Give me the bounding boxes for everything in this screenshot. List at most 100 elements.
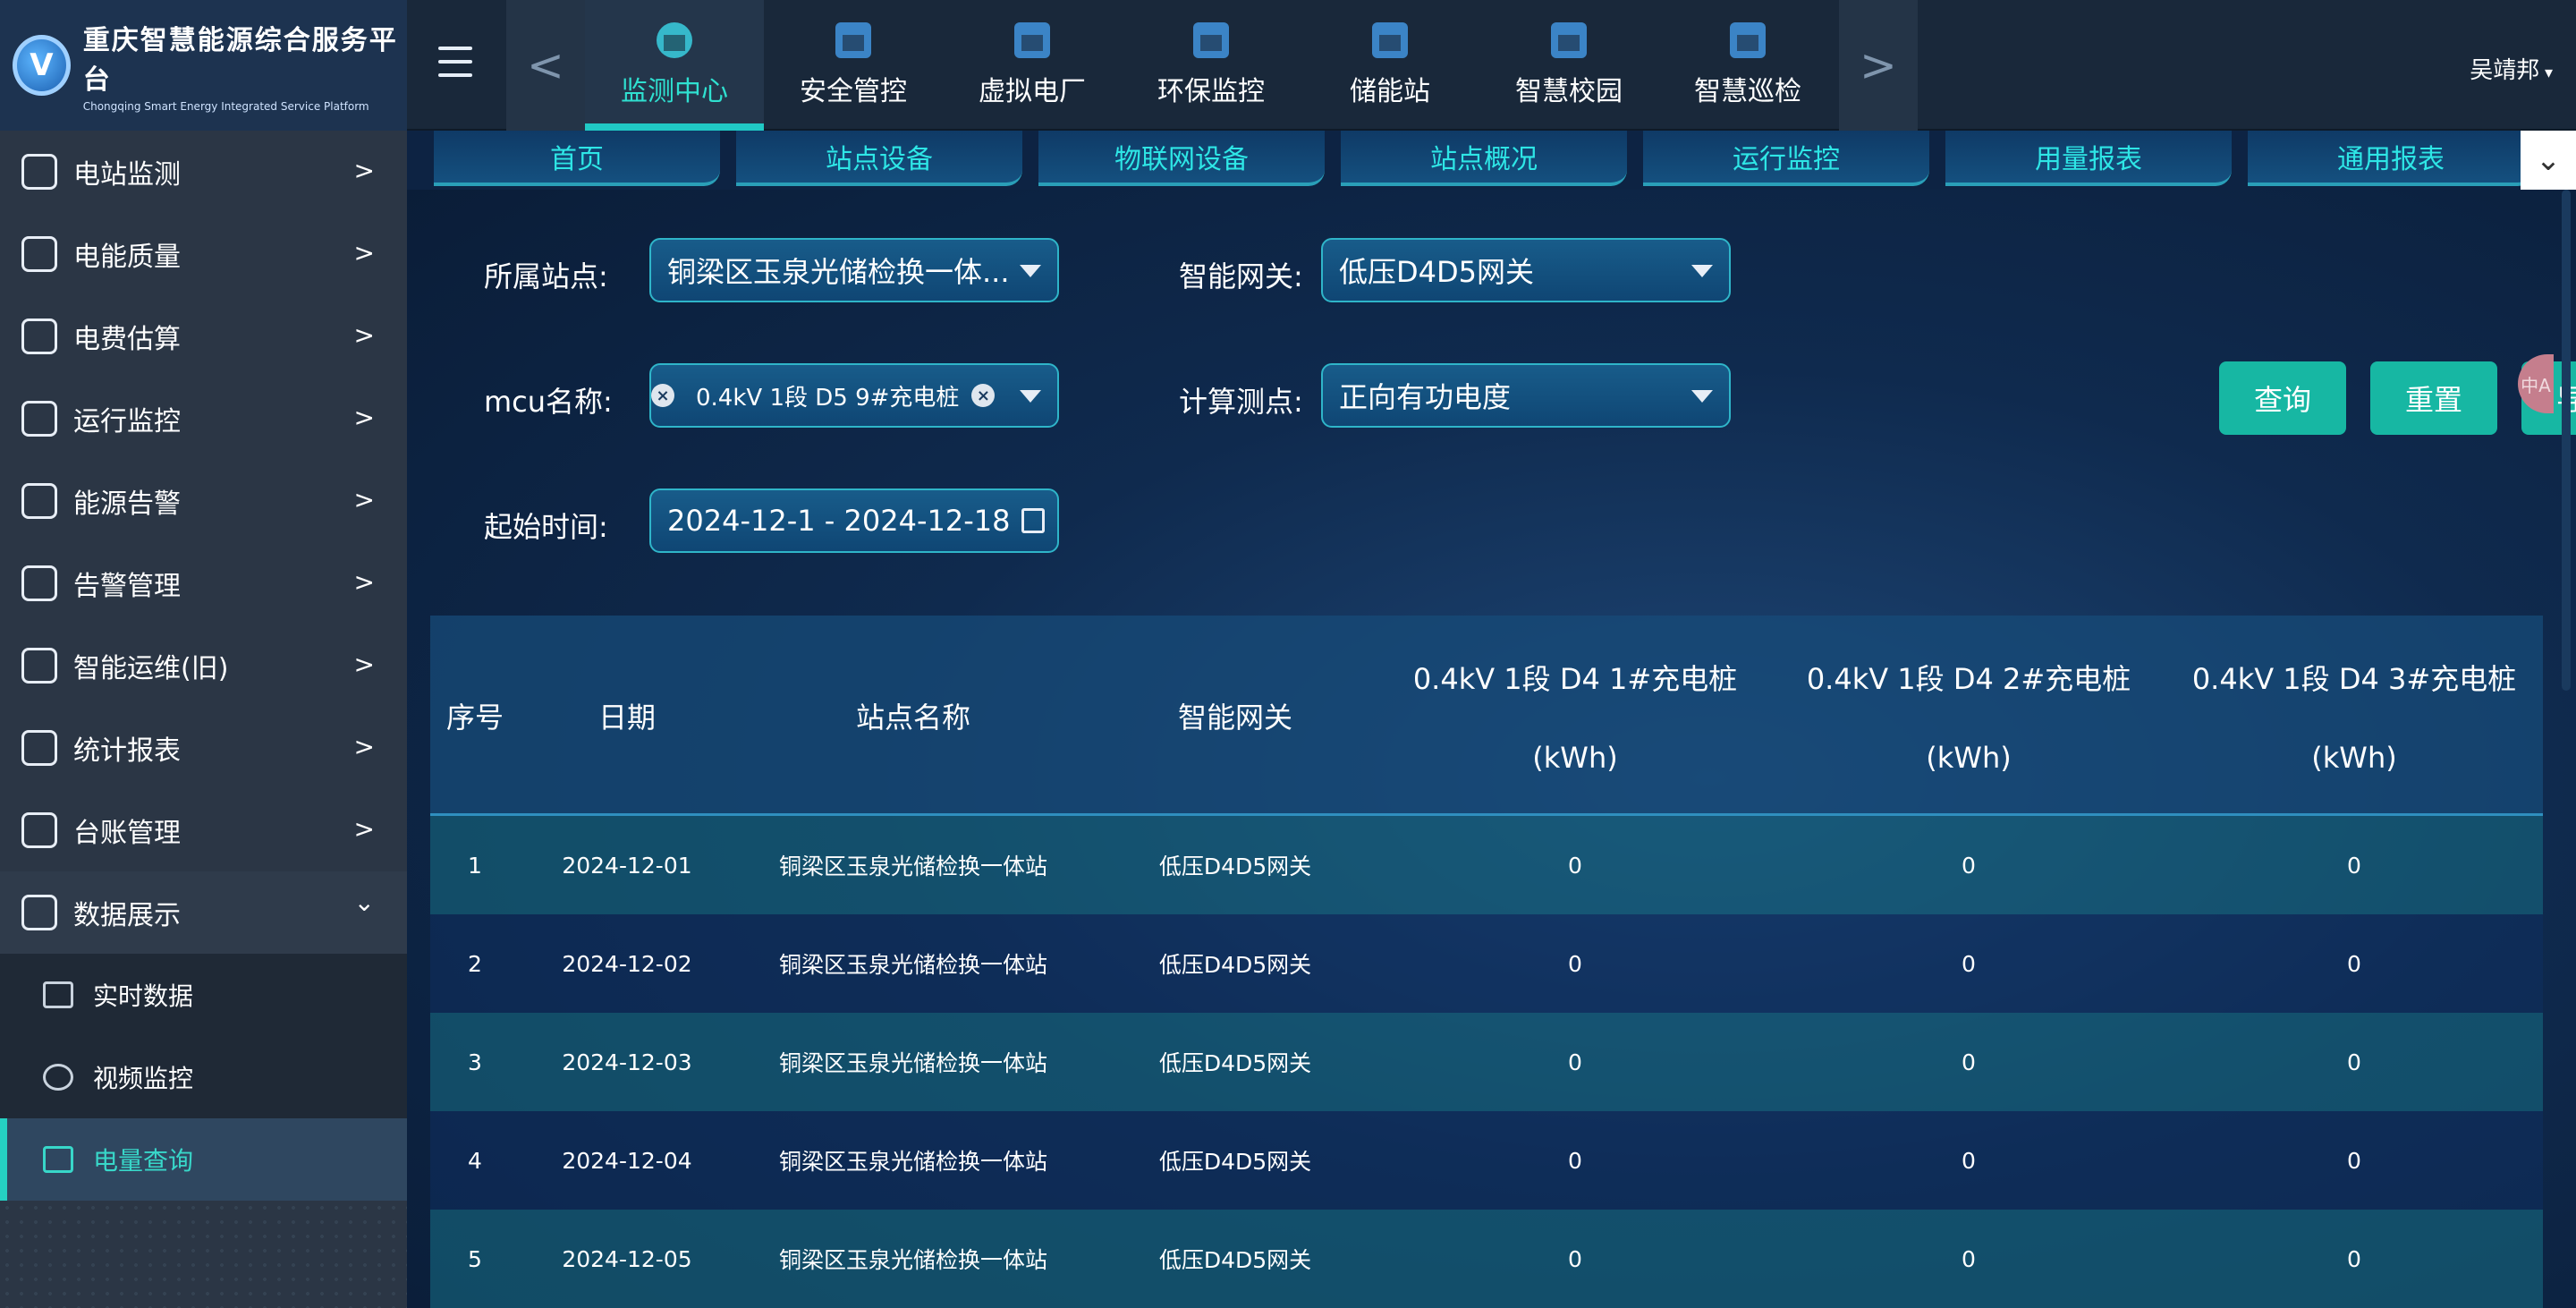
chevron-right-icon: > <box>353 156 375 185</box>
chevron-right-icon: > <box>353 650 375 679</box>
cell-c2: 0 <box>1962 1147 1976 1174</box>
point-label: 计算测点: <box>1179 385 1303 419</box>
caret-down-icon <box>1691 265 1713 277</box>
cell-gateway: 低压D4D5网关 <box>1158 854 1312 879</box>
tower-icon <box>21 236 57 272</box>
topnav-smart-campus[interactable]: 智慧校园 <box>1479 0 1658 131</box>
table-row[interactable]: 5 2024-12-05 铜梁区玉泉光储检换一体站 低压D4D5网关 0 0 0 <box>430 1210 2543 1308</box>
sidebar-subitem-video-monitor[interactable]: 视频监控 <box>0 1036 407 1118</box>
cell-c2: 0 <box>1962 1049 1976 1075</box>
data-table: 序号 日期 站点名称 智能网关 0.4kV 1段 D4 1#充电桩 (kWh) … <box>430 616 2543 1308</box>
table-row[interactable]: 3 2024-12-03 铜梁区玉泉光储检换一体站 低压D4D5网关 0 0 0 <box>430 1013 2543 1111</box>
subtab-usage-report[interactable]: 用量报表 <box>1945 131 2232 186</box>
table-body: 1 2024-12-01 铜梁区玉泉光储检换一体站 低压D4D5网关 0 0 0… <box>430 816 2543 1308</box>
topnav-environment[interactable]: 环保监控 <box>1122 0 1301 131</box>
sidebar-subitem-realtime-data[interactable]: 实时数据 <box>0 954 407 1036</box>
topnav-monitor-center[interactable]: 监测中心 <box>585 0 764 131</box>
chart-line-icon <box>43 981 73 1008</box>
subtab-iot-devices[interactable]: 物联网设备 <box>1038 131 1325 186</box>
cell-index: 4 <box>468 1147 482 1174</box>
mcu-select[interactable]: × 0.4kV 1段 D5 9#充电桩 × <box>649 363 1059 428</box>
display-icon <box>21 895 57 930</box>
gateway-label: 智能网关: <box>1179 259 1303 293</box>
sidebar-item-alarm-manage[interactable]: 告警管理 > <box>0 542 407 624</box>
sidebar-item-power-quality[interactable]: 电能质量 > <box>0 213 407 295</box>
camera-icon <box>43 1064 73 1091</box>
station-label: 所属站点: <box>484 259 608 293</box>
topnav-smart-inspection[interactable]: 智慧巡检 <box>1658 0 1837 131</box>
gateway-select[interactable]: 低压D4D5网关 <box>1321 238 1731 302</box>
sidebar-item-data-display[interactable]: 数据展示 ⌄ <box>0 871 407 954</box>
subtab-general-report[interactable]: 通用报表 <box>2248 131 2534 186</box>
sidebar-item-energy-alarm[interactable]: 能源告警 > <box>0 460 407 542</box>
subtab-home[interactable]: 首页 <box>434 131 720 186</box>
cell-index: 2 <box>468 950 482 977</box>
subtab-operation-monitor[interactable]: 运行监控 <box>1643 131 1929 186</box>
chevron-down-icon[interactable]: ⌄ <box>2521 131 2576 190</box>
alarm-icon <box>21 565 57 601</box>
topnav-label: 虚拟电厂 <box>979 76 1086 107</box>
sidebar-subitem-power-query[interactable]: 电量查询 <box>0 1118 407 1201</box>
action-buttons: 查询 重置 导出 <box>2219 361 2576 435</box>
nav-prev-button[interactable]: < <box>506 0 585 131</box>
school-icon <box>1551 22 1587 58</box>
query-button[interactable]: 查询 <box>2219 361 2346 435</box>
caret-down-icon <box>1020 390 1041 403</box>
menu-toggle-icon[interactable] <box>438 47 472 77</box>
tag-remove-icon[interactable]: × <box>651 384 674 407</box>
table-row[interactable]: 2 2024-12-02 铜梁区玉泉光储检换一体站 低压D4D5网关 0 0 0 <box>430 914 2543 1013</box>
nav-next-button[interactable]: > <box>1839 0 1918 131</box>
col-index-header: 序号 <box>445 701 504 735</box>
point-select[interactable]: 正向有功电度 <box>1321 363 1731 428</box>
sidebar-item-stat-report[interactable]: 统计报表 > <box>0 707 407 789</box>
sidebar-item-ledger[interactable]: 台账管理 > <box>0 789 407 871</box>
col-gateway-header: 智能网关 <box>1177 701 1292 735</box>
sidebar-item-label: 电站监测 <box>73 159 181 191</box>
cell-c1: 0 <box>1568 1049 1582 1075</box>
cell-c2: 0 <box>1962 1245 1976 1272</box>
topnav-virtual-plant[interactable]: 虚拟电厂 <box>943 0 1122 131</box>
vertical-scrollbar[interactable] <box>2562 190 2571 691</box>
cell-station: 铜梁区玉泉光储检换一体站 <box>778 1149 1047 1175</box>
sidebar-item-station-monitor[interactable]: 电站监测 > <box>0 131 407 213</box>
subtab-station-devices[interactable]: 站点设备 <box>736 131 1022 186</box>
user-menu[interactable]: 吴靖邦 <box>2470 52 2553 85</box>
factory-icon <box>1730 22 1766 58</box>
station-select[interactable]: 铜梁区玉泉光储检换一体... <box>649 238 1059 302</box>
sidebar: 电站监测 > 电能质量 > 电费估算 > 运行监控 > 能源告警 > 告警管理 … <box>0 131 407 1308</box>
cell-index: 3 <box>468 1049 482 1075</box>
cell-station: 铜梁区玉泉光储检换一体站 <box>778 1247 1047 1273</box>
reset-button[interactable]: 重置 <box>2370 361 2497 435</box>
building-icon <box>835 22 871 58</box>
table-row[interactable]: 1 2024-12-01 铜梁区玉泉光储检换一体站 低压D4D5网关 0 0 0 <box>430 816 2543 914</box>
platform-subtitle: Chongqing Smart Energy Integrated Servic… <box>82 100 369 113</box>
topnav-label: 智慧校园 <box>1515 76 1623 107</box>
caret-down-icon <box>1691 390 1713 403</box>
col-date-header: 日期 <box>597 701 656 735</box>
topnav-storage-station[interactable]: 储能站 <box>1301 0 1479 131</box>
date-range-value: 2024-12-1 - 2024-12-18 <box>667 504 1011 538</box>
gateway-select-value: 低压D4D5网关 <box>1339 255 1535 289</box>
subtab-station-overview[interactable]: 站点概况 <box>1341 131 1627 186</box>
tag-close-icon[interactable]: × <box>971 384 996 407</box>
factory-icon <box>1014 22 1050 58</box>
sidebar-item-fee-estimate[interactable]: 电费估算 > <box>0 295 407 378</box>
factory-icon <box>1193 22 1229 58</box>
cell-c2: 0 <box>1962 950 1976 977</box>
maintenance-icon <box>21 648 57 684</box>
chevron-right-icon: > <box>353 485 375 514</box>
table-row[interactable]: 4 2024-12-04 铜梁区玉泉光储检换一体站 低压D4D5网关 0 0 0 <box>430 1111 2543 1210</box>
chevron-down-icon: ⌄ <box>353 888 375 917</box>
brand-area: V 重庆智慧能源综合服务平台 Chongqing Smart Energy In… <box>0 0 407 131</box>
col-c1-header: 0.4kV 1段 D4 1#充电桩 (kWh) <box>1412 662 1738 775</box>
top-header: V 重庆智慧能源综合服务平台 Chongqing Smart Energy In… <box>0 0 2576 131</box>
topnav-label: 储能站 <box>1350 76 1430 107</box>
chevron-right-icon: > <box>353 238 375 268</box>
cell-station: 铜梁区玉泉光储检换一体站 <box>778 854 1047 879</box>
topnav-safety-control[interactable]: 安全管控 <box>764 0 943 131</box>
cell-date: 2024-12-03 <box>562 1049 692 1075</box>
sidebar-item-operation-monitor[interactable]: 运行监控 > <box>0 378 407 460</box>
sidebar-item-smart-ops[interactable]: 智能运维(旧) > <box>0 624 407 707</box>
date-range-input[interactable]: 2024-12-1 - 2024-12-18 <box>649 488 1059 553</box>
sidebar-item-label: 运行监控 <box>73 406 181 437</box>
